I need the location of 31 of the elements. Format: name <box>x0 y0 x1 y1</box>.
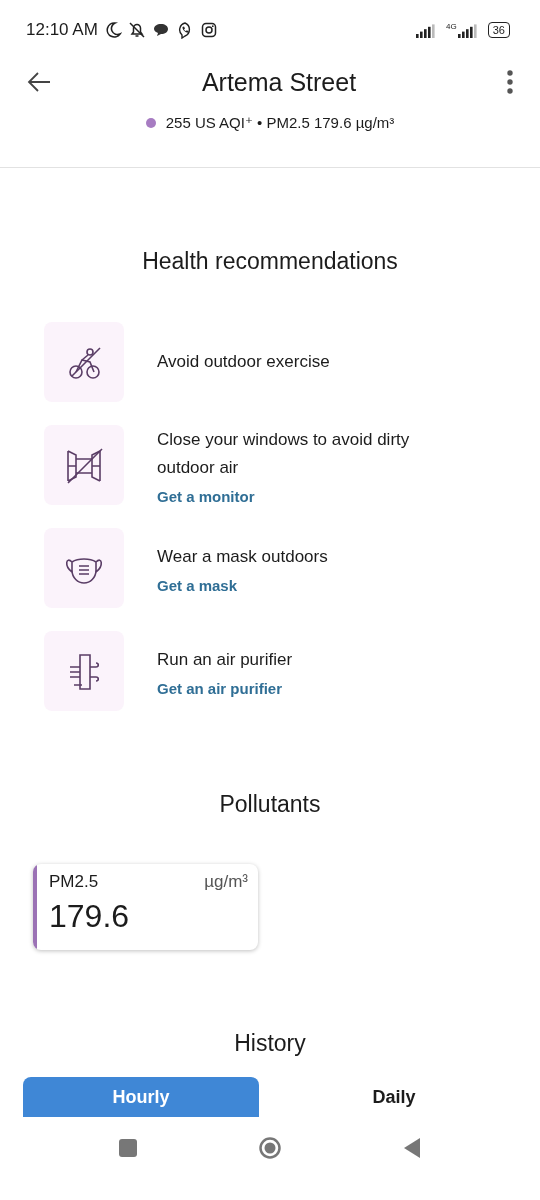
history-tab[interactable]: Hourly <box>23 1077 259 1117</box>
pollutant-value: 179.6 <box>49 898 131 935</box>
recommendation-link[interactable]: Get a monitor <box>157 487 255 505</box>
chat-icon <box>151 21 170 39</box>
pollutant-name: PM2.5 <box>49 872 99 892</box>
network-label: 4G <box>446 22 457 31</box>
recommendation-link[interactable]: Get an air purifier <box>157 679 283 697</box>
section-heading: History <box>233 1030 307 1057</box>
more-options-button[interactable] <box>504 67 516 97</box>
status-time: 12:10 AM <box>26 20 98 40</box>
section-heading: Pollutants <box>218 791 322 818</box>
history-tab[interactable]: Daily <box>276 1077 512 1117</box>
pollutant-card[interactable]: PM2.5 µg/m³ 179.6 <box>33 864 258 950</box>
camera-icon <box>199 21 218 39</box>
recommendation-text: Wear a mask outdoors <box>157 545 329 568</box>
pollutant-unit: µg/m³ <box>204 872 248 892</box>
aqi-summary: 255 US AQI⁺ • PM2.5 179.6 µg/m³ <box>165 114 395 132</box>
section-heading: Health recommendations <box>141 248 399 275</box>
square-icon <box>117 1137 139 1159</box>
recommendation-link[interactable]: Get a mask <box>157 576 238 594</box>
more-icon <box>506 69 514 95</box>
back-arrow-icon <box>26 71 52 93</box>
circle-icon <box>259 1137 281 1159</box>
moon-icon <box>103 21 122 39</box>
recommendation-text: Close your windows to avoid dirty outdoor air <box>157 428 411 479</box>
page-title: Artema Street <box>201 67 357 97</box>
recommendation-text: Avoid outdoor exercise <box>157 351 331 373</box>
recommendation-text: Run an air purifier <box>157 648 294 671</box>
signal-icon <box>457 22 480 38</box>
muted-bell-icon <box>127 21 146 39</box>
battery-level: 36 <box>492 24 505 36</box>
